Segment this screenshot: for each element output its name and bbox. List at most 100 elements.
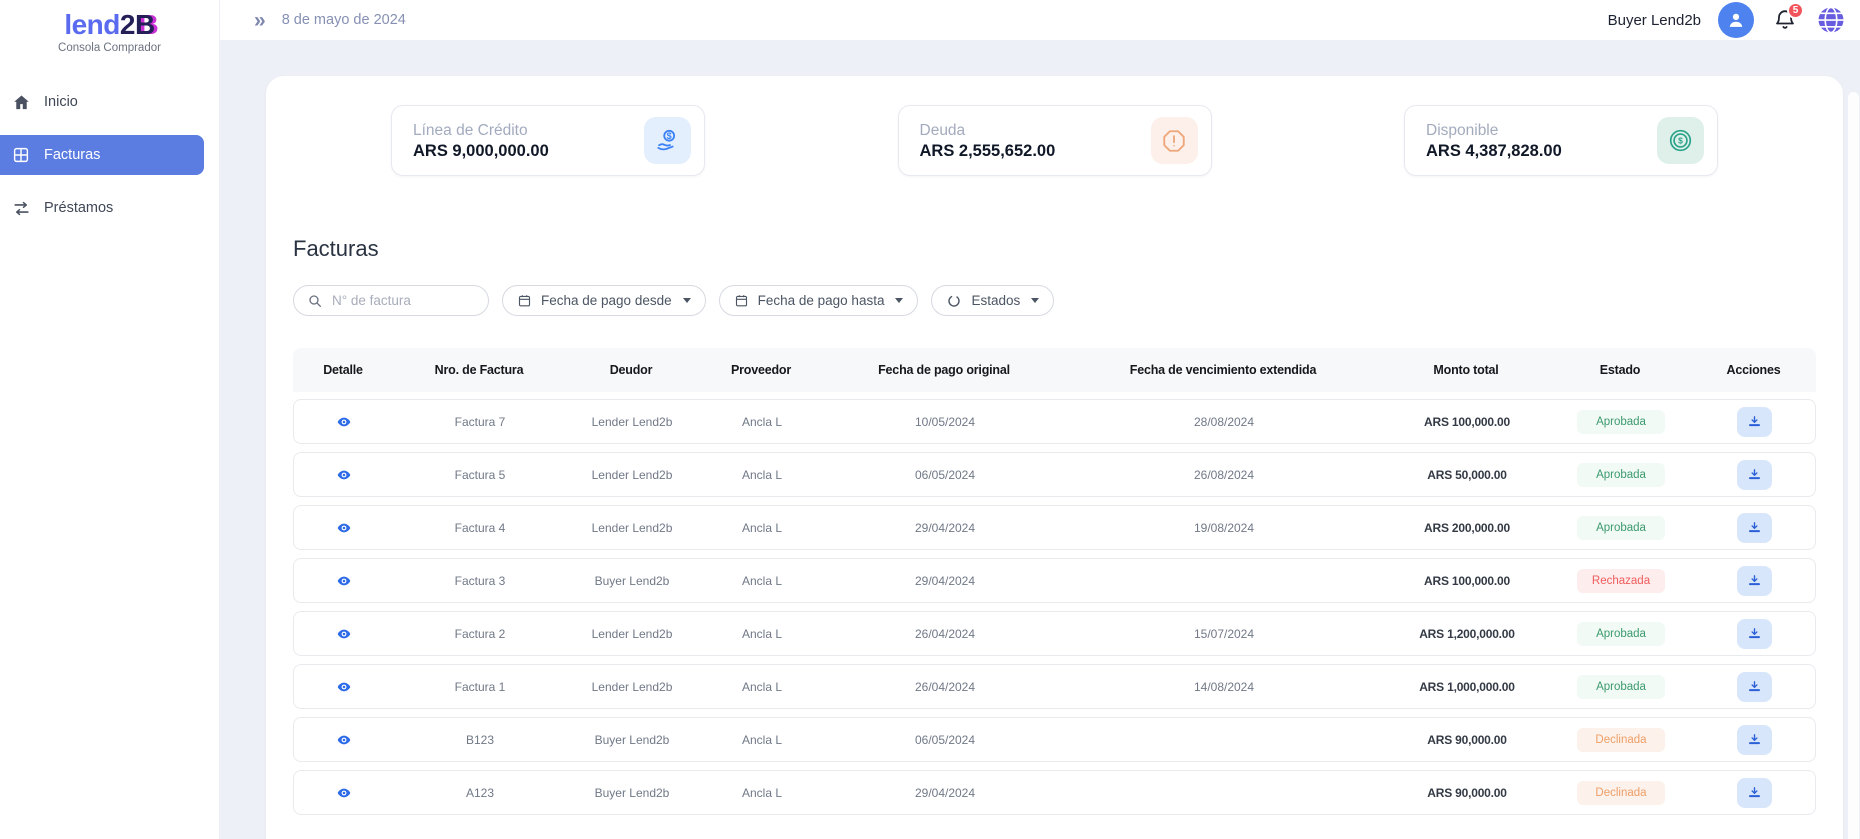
- payment-date: 29/04/2024: [826, 574, 1064, 588]
- card-label: Disponible: [1426, 121, 1562, 140]
- date-from-filter[interactable]: Fecha de pago desde: [502, 285, 706, 316]
- chevron-down-icon: [1031, 298, 1039, 303]
- provider: Ancla L: [698, 574, 826, 588]
- download-icon: [1747, 626, 1762, 641]
- sidebar-item-prestamos[interactable]: Préstamos: [0, 188, 204, 228]
- debtor: Lender Lend2b: [566, 521, 698, 535]
- debtor: Buyer Lend2b: [566, 574, 698, 588]
- view-detail-button[interactable]: [332, 463, 356, 487]
- payment-date: 26/04/2024: [826, 627, 1064, 641]
- provider: Ancla L: [698, 680, 826, 694]
- total-amount: ARS 90,000.00: [1384, 733, 1550, 747]
- view-detail-button[interactable]: [332, 410, 356, 434]
- sidebar-item-inicio[interactable]: Inicio: [0, 82, 204, 122]
- column-header: Deudor: [565, 363, 697, 377]
- total-amount: ARS 90,000.00: [1384, 786, 1550, 800]
- total-amount: ARS 200,000.00: [1384, 521, 1550, 535]
- payment-date: 06/05/2024: [826, 733, 1064, 747]
- sidebar-item-label: Préstamos: [44, 200, 113, 216]
- actions-cell: [1692, 672, 1817, 702]
- status-badge: Aprobada: [1577, 622, 1665, 646]
- home-icon: [11, 92, 31, 112]
- total-amount: ARS 1,200,000.00: [1384, 627, 1550, 641]
- states-filter[interactable]: Estados: [931, 285, 1054, 316]
- eye-icon: [336, 626, 352, 642]
- eye-icon: [336, 732, 352, 748]
- payment-date: 26/04/2024: [826, 680, 1064, 694]
- download-button[interactable]: [1737, 725, 1772, 755]
- chevron-down-icon: [683, 298, 691, 303]
- invoice-number: Factura 3: [394, 574, 566, 588]
- filter-label: Fecha de pago desde: [541, 293, 672, 308]
- debtor: Buyer Lend2b: [566, 786, 698, 800]
- provider: Ancla L: [698, 468, 826, 482]
- hand-coin-icon: $: [644, 117, 691, 164]
- download-button[interactable]: [1737, 619, 1772, 649]
- download-icon: [1747, 414, 1762, 429]
- actions-cell: [1692, 566, 1817, 596]
- status-cell: Aprobada: [1550, 463, 1692, 487]
- debtor: Lender Lend2b: [566, 468, 698, 482]
- date-to-filter[interactable]: Fecha de pago hasta: [719, 285, 919, 316]
- invoice-number: A123: [394, 786, 566, 800]
- debt-card: Deuda ARS 2,555,652.00: [898, 105, 1212, 176]
- download-button[interactable]: [1737, 460, 1772, 490]
- logo-lend: lend: [64, 9, 120, 40]
- download-button[interactable]: [1737, 566, 1772, 596]
- column-header: Detalle: [293, 363, 393, 377]
- status-badge: Aprobada: [1577, 516, 1665, 540]
- status-cell: Rechazada: [1550, 569, 1692, 593]
- download-button[interactable]: [1737, 672, 1772, 702]
- status-cell: Aprobada: [1550, 410, 1692, 434]
- card-text: Deuda ARS 2,555,652.00: [920, 121, 1056, 161]
- scrollbar-thumb[interactable]: [1848, 92, 1859, 839]
- table-row: B123 Buyer Lend2b Ancla L 06/05/2024 ARS…: [293, 717, 1816, 762]
- app-root: lend2B Consola Comprador Inicio Facturas: [0, 0, 1860, 839]
- sidebar-collapse-icon[interactable]: »: [254, 10, 266, 31]
- globe-icon: [1816, 5, 1846, 35]
- user-avatar[interactable]: [1718, 2, 1754, 38]
- view-detail-button[interactable]: [332, 675, 356, 699]
- view-detail-button[interactable]: [332, 728, 356, 752]
- download-button[interactable]: [1737, 778, 1772, 808]
- sidebar-item-facturas[interactable]: Facturas: [0, 135, 204, 175]
- invoice-number: Factura 2: [394, 627, 566, 641]
- brand-logo: lend2B Consola Comprador: [0, 0, 219, 54]
- brand-subtitle: Consola Comprador: [0, 42, 219, 54]
- total-amount: ARS 100,000.00: [1384, 574, 1550, 588]
- svg-text:$: $: [667, 131, 672, 141]
- download-button[interactable]: [1737, 513, 1772, 543]
- extended-due-date: 15/07/2024: [1064, 627, 1384, 641]
- detail-cell: [294, 569, 394, 593]
- eye-icon: [336, 520, 352, 536]
- debtor: Lender Lend2b: [566, 415, 698, 429]
- status-badge: Aprobada: [1577, 675, 1665, 699]
- coin-icon: $: [1657, 117, 1704, 164]
- debtor: Lender Lend2b: [566, 627, 698, 641]
- invoice-table: Detalle Nro. de Factura Deudor Proveedor…: [293, 348, 1816, 815]
- alert-octagon-icon: [1151, 117, 1198, 164]
- actions-cell: [1692, 460, 1817, 490]
- provider: Ancla L: [698, 733, 826, 747]
- view-detail-button[interactable]: [332, 781, 356, 805]
- status-badge: Aprobada: [1577, 463, 1665, 487]
- detail-cell: [294, 728, 394, 752]
- credit-line-card: Línea de Crédito ARS 9,000,000.00 $: [391, 105, 705, 176]
- person-icon: [1725, 9, 1747, 31]
- language-globe-button[interactable]: [1816, 5, 1846, 35]
- sidebar-nav: Inicio Facturas Préstamos: [0, 82, 219, 228]
- column-header: Nro. de Factura: [393, 363, 565, 377]
- notifications-button[interactable]: 5: [1771, 6, 1799, 34]
- view-detail-button[interactable]: [332, 516, 356, 540]
- search-input[interactable]: [332, 293, 475, 308]
- content-area: Línea de Crédito ARS 9,000,000.00 $ Deud…: [220, 40, 1860, 839]
- extended-due-date: 26/08/2024: [1064, 468, 1384, 482]
- extended-due-date: 28/08/2024: [1064, 415, 1384, 429]
- view-detail-button[interactable]: [332, 569, 356, 593]
- view-detail-button[interactable]: [332, 622, 356, 646]
- download-button[interactable]: [1737, 407, 1772, 437]
- payment-date: 29/04/2024: [826, 786, 1064, 800]
- table-header: Detalle Nro. de Factura Deudor Proveedor…: [293, 348, 1816, 392]
- detail-cell: [294, 675, 394, 699]
- debtor: Lender Lend2b: [566, 680, 698, 694]
